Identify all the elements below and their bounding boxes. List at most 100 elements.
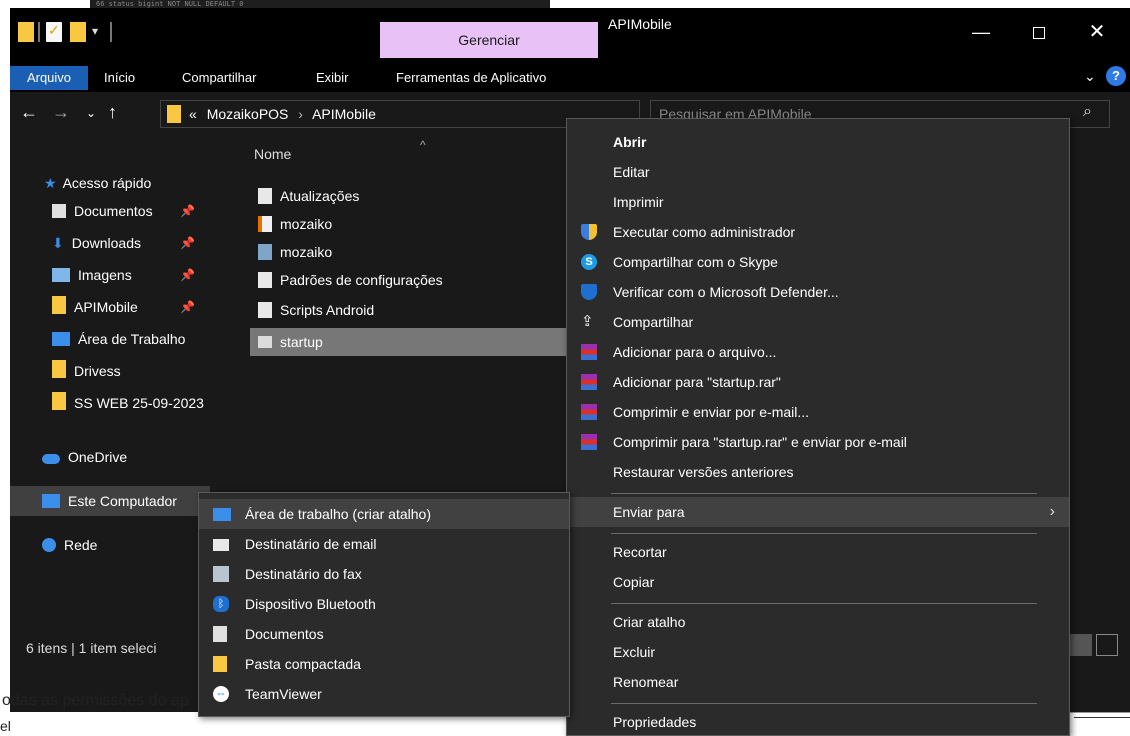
large-icons-view-icon[interactable] — [1096, 634, 1118, 656]
menu-item-microsoft-defender[interactable]: Verificar com o Microsoft Defender... — [567, 277, 1069, 307]
tab-ferramentas-de-aplicativo[interactable]: Ferramentas de Aplicativo — [396, 66, 546, 90]
sendto-item-fax[interactable]: Destinatário do fax — [199, 559, 569, 589]
file-row[interactable]: Padrões de configurações — [250, 266, 570, 294]
menu-item-excluir[interactable]: Excluir — [567, 637, 1069, 667]
menu-item-compartilhar[interactable]: ⇪ Compartilhar — [567, 307, 1069, 337]
nav-item-label: Imagens — [78, 267, 132, 283]
pin-icon[interactable]: 📌 — [180, 236, 195, 250]
menu-item-label: Comprimir e enviar por e-mail... — [613, 404, 810, 420]
forward-arrow-icon[interactable]: → — [52, 102, 70, 123]
background-code-editor: 66 status bigint NOT NULL DEFAULT 0 — [90, 0, 550, 8]
window-title: APIMobile — [608, 16, 672, 32]
text-file-icon — [258, 188, 272, 204]
menu-item-compartilhar-skype[interactable]: S Compartilhar com o Skype — [567, 247, 1069, 277]
file-name: startup — [280, 334, 323, 350]
nav-item-documentos[interactable]: Documentos — [52, 196, 153, 226]
help-icon[interactable]: ? — [1106, 66, 1126, 86]
tab-compartilhar[interactable]: Compartilhar — [182, 66, 256, 90]
menu-item-executar-como-administrador[interactable]: Executar como administrador — [567, 217, 1069, 247]
nav-item-drivess[interactable]: Drivess — [52, 356, 121, 386]
nav-item-label: OneDrive — [68, 449, 128, 465]
menu-separator — [611, 493, 1037, 494]
nav-item-downloads[interactable]: ⬇ Downloads — [52, 228, 141, 258]
sendto-item-documentos[interactable]: Documentos — [199, 619, 569, 649]
back-arrow-icon[interactable]: ← — [20, 102, 38, 123]
recent-locations-chevron-icon[interactable]: ⌄ — [86, 106, 96, 120]
folder-icon[interactable] — [18, 22, 34, 42]
menu-item-enviar-para[interactable]: Enviar para › — [567, 497, 1069, 527]
menu-item-label: Compartilhar — [613, 314, 694, 330]
documents-icon — [52, 204, 66, 218]
nav-item-acesso-rapido[interactable]: ★ Acesso rápido — [44, 168, 151, 198]
file-row[interactable]: Scripts Android — [250, 296, 570, 324]
menu-item-adicionar-arquivo[interactable]: Adicionar para o arquivo... — [567, 337, 1069, 367]
nav-item-ss-web[interactable]: SS WEB 25-09-2023 — [52, 388, 204, 418]
file-row[interactable]: mozaiko — [250, 238, 570, 266]
file-row-selected[interactable]: startup — [250, 328, 570, 356]
menu-item-label: Renomear — [613, 674, 679, 690]
nav-item-este-computador[interactable]: Este Computador — [42, 486, 177, 516]
nav-item-area-de-trabalho[interactable]: Área de Trabalho — [52, 324, 185, 354]
nav-item-imagens[interactable]: Imagens — [52, 260, 132, 290]
folder-icon — [167, 105, 181, 123]
submenu-chevron-icon: › — [1049, 503, 1055, 520]
tab-arquivo[interactable]: Arquivo — [10, 66, 88, 90]
expand-ribbon-chevron-icon[interactable]: ⌄ — [1084, 68, 1096, 85]
pin-icon[interactable]: 📌 — [180, 204, 195, 218]
winrar-icon — [581, 434, 597, 450]
minimize-button[interactable]: — — [958, 18, 1004, 46]
menu-item-label: Abrir — [613, 134, 647, 150]
menu-item-abrir[interactable]: Abrir — [567, 127, 1069, 157]
breadcrumb-overflow[interactable]: « — [189, 106, 197, 122]
sendto-item-area-de-trabalho[interactable]: Área de trabalho (criar atalho) — [199, 499, 569, 529]
nav-item-onedrive[interactable]: OneDrive — [42, 442, 127, 472]
sendto-item-pasta-compactada[interactable]: Pasta compactada — [199, 649, 569, 679]
file-row[interactable]: mozaiko — [250, 210, 570, 238]
background-text: el — [0, 718, 11, 734]
column-header-name[interactable]: Nome — [254, 146, 291, 162]
menu-item-imprimir[interactable]: Imprimir — [567, 187, 1069, 217]
menu-item-recortar[interactable]: Recortar — [567, 537, 1069, 567]
menu-item-restaurar-versoes[interactable]: Restaurar versões anteriores — [567, 457, 1069, 487]
manage-contextual-tab[interactable]: Gerenciar — [380, 22, 598, 58]
nav-item-label: Documentos — [74, 203, 153, 219]
menu-item-copiar[interactable]: Copiar — [567, 567, 1069, 597]
maximize-button[interactable] — [1016, 18, 1062, 46]
new-folder-icon[interactable] — [70, 22, 86, 42]
folder-icon — [52, 392, 66, 410]
close-button[interactable]: ✕ — [1074, 18, 1120, 46]
pin-icon[interactable]: 📌 — [180, 300, 195, 314]
properties-icon[interactable] — [46, 22, 62, 42]
send-to-submenu: Área de trabalho (criar atalho) Destinat… — [198, 492, 570, 717]
menu-item-label: Propriedades — [613, 714, 697, 730]
background-app-fragment — [1070, 712, 1130, 736]
tab-inicio[interactable]: Início — [104, 66, 135, 90]
desktop-icon — [213, 508, 231, 521]
quick-access-toolbar-dropdown[interactable]: ▾ — [92, 24, 98, 38]
nav-item-rede[interactable]: Rede — [42, 530, 97, 560]
menu-item-adicionar-startup-rar[interactable]: Adicionar para "startup.rar" — [567, 367, 1069, 397]
sendto-item-email[interactable]: Destinatário de email — [199, 529, 569, 559]
folder-icon — [52, 296, 66, 314]
tab-exibir[interactable]: Exibir — [316, 66, 349, 90]
menu-item-renomear[interactable]: Renomear — [567, 667, 1069, 697]
sendto-item-bluetooth[interactable]: ᛒ Dispositivo Bluetooth — [199, 589, 569, 619]
file-row[interactable]: Atualizações — [250, 182, 570, 210]
breadcrumb-item-apimobile[interactable]: APIMobile — [312, 106, 376, 122]
nav-item-label: Downloads — [71, 235, 141, 251]
menu-item-comprimir-startup-rar-email[interactable]: Comprimir para "startup.rar" e enviar po… — [567, 427, 1069, 457]
file-name: Atualizações — [280, 188, 360, 204]
sendto-item-teamviewer[interactable]: ⇔ TeamViewer — [199, 679, 569, 709]
file-name: mozaiko — [280, 244, 333, 260]
details-view-icon[interactable] — [1070, 634, 1092, 656]
breadcrumb-item-mozaikopos[interactable]: MozaikoPOS — [207, 106, 289, 122]
menu-item-propriedades[interactable]: Propriedades — [567, 707, 1069, 736]
menu-item-editar[interactable]: Editar — [567, 157, 1069, 187]
menu-item-criar-atalho[interactable]: Criar atalho — [567, 607, 1069, 637]
onedrive-icon — [42, 454, 60, 464]
file-name: mozaiko — [280, 216, 333, 232]
pin-icon[interactable]: 📌 — [180, 268, 195, 282]
nav-item-apimobile[interactable]: APIMobile — [52, 292, 138, 322]
menu-item-comprimir-enviar-email[interactable]: Comprimir e enviar por e-mail... — [567, 397, 1069, 427]
up-arrow-icon[interactable]: ↑ — [108, 102, 117, 123]
